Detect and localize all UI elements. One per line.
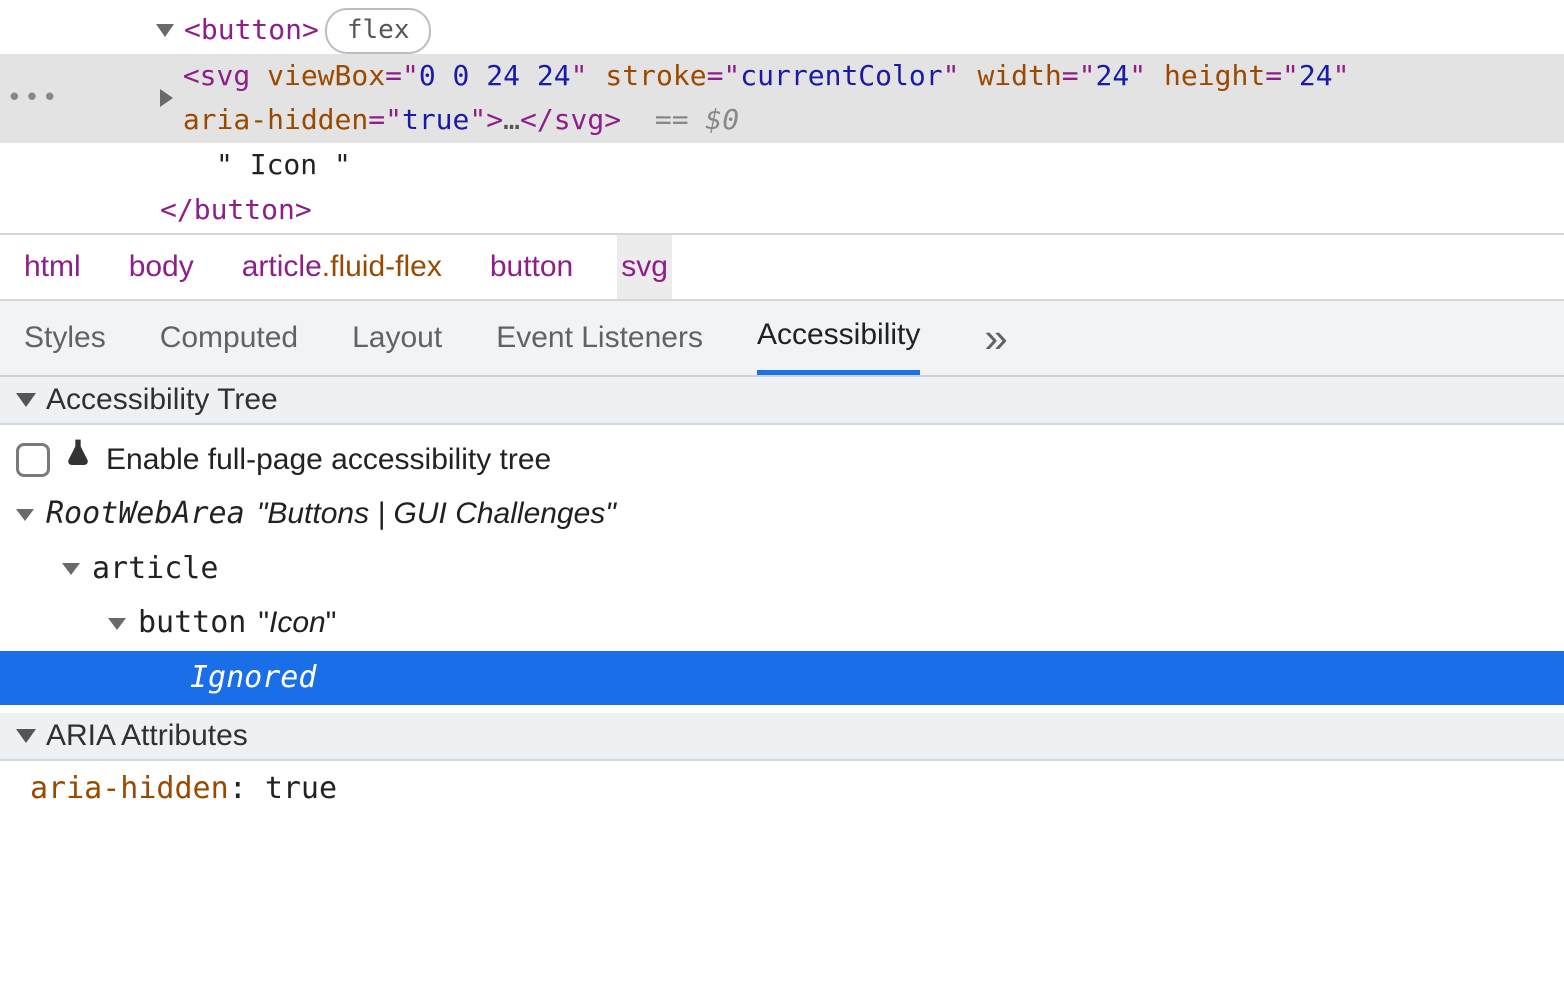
tab-accessibility[interactable]: Accessibility	[757, 301, 920, 375]
caret-down-icon[interactable]	[156, 24, 174, 37]
dom-elements-panel: <button> flex ••• <svg viewBox="0 0 24 2…	[0, 0, 1564, 233]
section-title: ARIA Attributes	[46, 719, 248, 753]
attr-value: 24	[1095, 59, 1129, 92]
crumb-button[interactable]: button	[486, 235, 577, 299]
dom-row-text-node[interactable]: " Icon "	[0, 143, 1564, 188]
tree-role: RootWebArea	[46, 491, 245, 538]
crumb-article[interactable]: article.fluid-flex	[238, 235, 446, 299]
svg-tag-name: svg	[200, 59, 251, 92]
dom-row-button-open[interactable]: <button> flex	[0, 8, 1564, 54]
layout-flex-badge[interactable]: flex	[325, 8, 432, 54]
attr-value: 0 0 24 24	[419, 59, 571, 92]
caret-down-icon[interactable]	[108, 618, 126, 630]
tree-node-button[interactable]: button "Icon"	[0, 596, 1564, 651]
section-title: Accessibility Tree	[46, 383, 278, 417]
attr-name: width	[977, 59, 1061, 92]
tab-event-listeners[interactable]: Event Listeners	[496, 301, 703, 375]
svg-close-tag: </svg>	[520, 103, 621, 136]
caret-down-icon	[16, 393, 36, 407]
enable-full-page-tree-label: Enable full-page accessibility tree	[106, 437, 551, 484]
attr-name: aria-hidden	[183, 103, 368, 136]
sidebar-panel-tabs: Styles Computed Layout Event Listeners A…	[0, 301, 1564, 377]
aria-attr-value: true	[265, 771, 337, 806]
section-accessibility-tree-header[interactable]: Accessibility Tree	[0, 377, 1564, 425]
row-actions-ellipsis-icon[interactable]: •••	[12, 78, 54, 120]
svg-element: <svg viewBox="0 0 24 24" stroke="current…	[183, 54, 1564, 144]
tag-open: <button>	[184, 13, 319, 46]
aria-attribute-row: aria-hidden: true	[0, 761, 1564, 816]
aria-attr-name: aria-hidden	[30, 771, 229, 806]
attr-value: 24	[1299, 59, 1333, 92]
caret-down-icon[interactable]	[62, 563, 80, 575]
tree-node-article[interactable]: article	[0, 542, 1564, 597]
tree-node-ignored-selected[interactable]: Ignored	[0, 651, 1564, 706]
tree-node-root[interactable]: RootWebArea "Buttons | GUI Challenges"	[0, 487, 1564, 542]
caret-down-icon	[16, 729, 36, 743]
tab-computed[interactable]: Computed	[160, 301, 298, 375]
dom-row-button-close[interactable]: </button>	[0, 188, 1564, 233]
tab-layout[interactable]: Layout	[352, 301, 442, 375]
text-node: " Icon "	[216, 143, 351, 188]
collapsed-ellipsis[interactable]: …	[503, 103, 520, 136]
tree-name: "Buttons | GUI Challenges"	[257, 497, 616, 530]
tab-styles[interactable]: Styles	[24, 301, 106, 375]
attr-value: true	[402, 103, 469, 136]
section-aria-attributes-header[interactable]: ARIA Attributes	[0, 713, 1564, 761]
attr-value: currentColor	[740, 59, 942, 92]
console-ref-indicator: == $0	[655, 103, 739, 136]
enable-full-page-tree-row[interactable]: Enable full-page accessibility tree	[0, 433, 1564, 488]
enable-full-page-tree-checkbox[interactable]	[16, 443, 50, 477]
crumb-body[interactable]: body	[125, 235, 198, 299]
button-close-tag: </button>	[160, 188, 312, 233]
accessibility-tree-body: Enable full-page accessibility tree Root…	[0, 425, 1564, 714]
attr-name: stroke	[605, 59, 706, 92]
tree-ignored-label: Ignored	[190, 655, 316, 702]
caret-right-icon[interactable]	[160, 89, 173, 107]
more-tabs-icon[interactable]: »	[984, 314, 999, 362]
attr-name: viewBox	[267, 59, 385, 92]
crumb-svg[interactable]: svg	[617, 235, 672, 299]
caret-down-icon[interactable]	[16, 509, 34, 521]
breadcrumb: html body article.fluid-flex button svg	[0, 233, 1564, 301]
attr-name: height	[1164, 59, 1265, 92]
crumb-html[interactable]: html	[20, 235, 85, 299]
experiment-flask-icon	[62, 437, 94, 484]
tree-role: article	[92, 546, 218, 593]
dom-row-svg-selected[interactable]: ••• <svg viewBox="0 0 24 24" stroke="cur…	[0, 54, 1564, 144]
tree-role: button	[138, 600, 246, 647]
